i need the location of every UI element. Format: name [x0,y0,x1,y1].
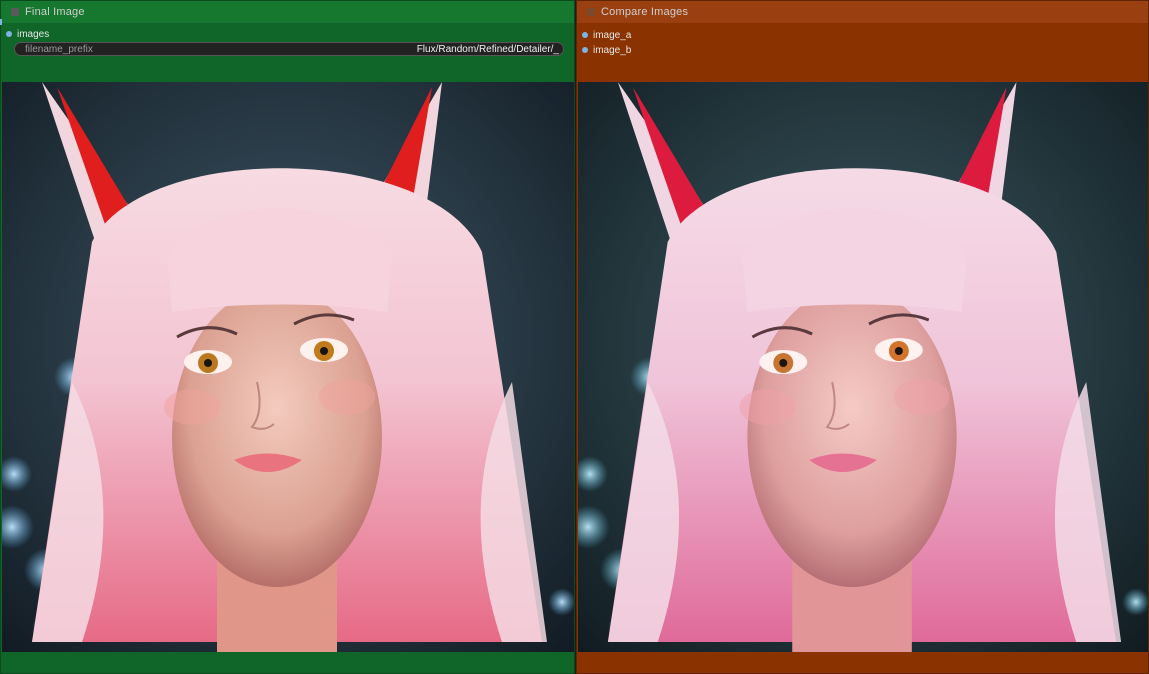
input-slot-image-a[interactable]: image_a [577,28,631,42]
slot-dot-icon[interactable] [582,32,588,38]
compare-images-title: Compare Images [601,6,689,18]
compare-images-node[interactable]: Compare Images image_a image_b [576,0,1149,674]
input-slot-images[interactable]: images [1,27,49,41]
final-image-node[interactable]: Final Image images filename_prefix Flux/… [0,0,575,674]
input-slot-image-b[interactable]: image_b [577,43,631,57]
filename-prefix-field[interactable]: filename_prefix Flux/Random/Refined/Deta… [14,42,564,56]
compare-image-preview[interactable] [578,82,1148,652]
final-image-preview [2,82,574,652]
slot-dot-icon[interactable] [6,31,12,37]
input-slot-label: image_a [593,29,632,41]
input-slot-label: images [17,28,50,40]
final-image-title: Final Image [25,6,85,18]
filename-prefix-value: Flux/Random/Refined/Detailer/_ [416,43,559,55]
final-image-titlebar[interactable]: Final Image [1,1,574,23]
filename-prefix-label: filename_prefix [25,43,93,55]
input-slot-label: image_b [593,44,632,56]
collapse-icon[interactable] [587,8,595,16]
collapse-icon[interactable] [11,8,19,16]
compare-images-titlebar[interactable]: Compare Images [577,1,1148,23]
link-marker [0,19,2,25]
slot-dot-icon[interactable] [582,47,588,53]
